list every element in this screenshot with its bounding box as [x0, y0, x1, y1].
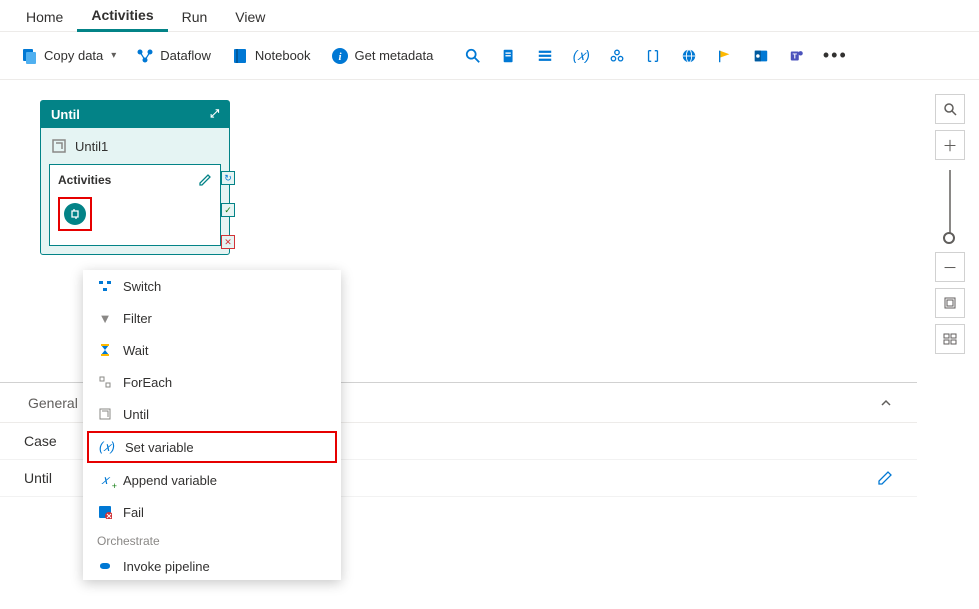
pencil-icon[interactable]	[198, 173, 212, 187]
menu-foreach[interactable]: ForEach	[83, 366, 341, 398]
variable-icon: (𝑥)	[573, 47, 590, 64]
lookup-icon-button[interactable]	[457, 43, 489, 69]
copy-data-button[interactable]: Copy data ▾	[12, 43, 124, 69]
activity-circle-icon	[64, 203, 86, 225]
fit-icon	[943, 296, 957, 310]
search-icon	[943, 102, 957, 116]
tab-view[interactable]: View	[221, 3, 279, 31]
add-activity-highlight[interactable]	[58, 197, 92, 231]
tab-run[interactable]: Run	[168, 3, 222, 31]
search-icon	[465, 47, 481, 65]
append-variable-icon: 𝑥+	[97, 472, 113, 488]
fit-to-screen-button[interactable]	[935, 288, 965, 318]
minimap-button[interactable]	[935, 324, 965, 354]
menu-invoke-pipeline[interactable]: Invoke pipeline	[83, 550, 341, 580]
dataflow-button[interactable]: Dataflow	[128, 43, 219, 69]
menu-filter-label: Filter	[123, 311, 152, 326]
filter-icon: ▼	[97, 310, 113, 326]
globe-icon	[681, 47, 697, 65]
collapse-panel-button[interactable]	[871, 396, 901, 410]
menu-foreach-label: ForEach	[123, 375, 172, 390]
more-icon: •••	[819, 45, 848, 66]
info-icon: i	[331, 47, 349, 65]
get-metadata-label: Get metadata	[355, 48, 434, 63]
fail-icon	[97, 504, 113, 520]
menu-filter[interactable]: ▼ Filter	[83, 302, 341, 334]
web-icon-button[interactable]	[673, 43, 705, 69]
teams-icon-button[interactable]: T	[781, 43, 813, 69]
menu-until-label: Until	[123, 407, 149, 422]
menu-append-variable[interactable]: 𝑥+ Append variable	[83, 464, 341, 496]
svg-text:T: T	[793, 52, 798, 60]
delete-icon-button[interactable]	[637, 43, 669, 69]
minimap-icon	[943, 332, 957, 346]
menu-switch-label: Switch	[123, 279, 161, 294]
flag-icon	[717, 47, 733, 65]
until-icon	[97, 406, 113, 422]
zoom-slider-knob[interactable]	[943, 232, 955, 244]
prop-row-case-label: Case	[24, 433, 74, 449]
canvas-search-button[interactable]	[935, 94, 965, 124]
notebook-icon	[231, 47, 249, 65]
outlook-icon	[753, 47, 769, 65]
until-activity-card[interactable]: Until ⤢ Until1 Activities ↻	[40, 100, 230, 255]
edit-expression-icon[interactable]	[877, 470, 893, 486]
webhook-icon	[609, 47, 625, 65]
zoom-in-button[interactable]: ＋	[935, 130, 965, 160]
menu-fail[interactable]: Fail	[83, 496, 341, 528]
loop-icon	[51, 138, 67, 154]
outlook-icon-button[interactable]	[745, 43, 777, 69]
dataflow-label: Dataflow	[160, 48, 211, 63]
set-variable-icon: (𝑥)	[99, 439, 115, 455]
until-activity-name: Until1	[75, 139, 108, 154]
copy-data-icon	[20, 47, 38, 65]
azure-icon-button[interactable]	[709, 43, 741, 69]
copy-data-label: Copy data	[44, 48, 103, 63]
list-icon	[537, 47, 553, 65]
zoom-out-button[interactable]: －	[935, 252, 965, 282]
variable-icon-button[interactable]: (𝑥)	[565, 43, 597, 68]
on-skip-connector[interactable]: ↻	[221, 171, 235, 185]
activities-inner-panel[interactable]: Activities ↻ ✓ ✕	[49, 164, 221, 246]
stored-proc-icon-button[interactable]	[529, 43, 561, 69]
menu-wait[interactable]: Wait	[83, 334, 341, 366]
tab-activities[interactable]: Activities	[77, 1, 167, 32]
menu-append-variable-label: Append variable	[123, 473, 217, 488]
webhook-icon-button[interactable]	[601, 43, 633, 69]
prop-tab-general[interactable]: General	[16, 385, 90, 421]
until-card-title: Until	[51, 107, 80, 122]
zoom-slider[interactable]	[949, 170, 951, 242]
activities-section-label: Activities	[58, 173, 111, 187]
chevron-down-icon: ▾	[111, 50, 116, 61]
menu-invoke-pipeline-label: Invoke pipeline	[123, 559, 210, 574]
menu-switch[interactable]: Switch	[83, 270, 341, 302]
on-fail-connector[interactable]: ✕	[221, 235, 235, 249]
hourglass-icon	[97, 342, 113, 358]
menu-set-variable[interactable]: (𝑥) Set variable	[87, 431, 337, 463]
teams-icon: T	[789, 47, 805, 65]
expand-icon[interactable]: ⤢	[210, 108, 219, 121]
foreach-icon	[97, 374, 113, 390]
tab-home[interactable]: Home	[12, 3, 77, 31]
activity-context-menu: Switch ▼ Filter Wait ForEach Until (𝑥) S…	[83, 270, 341, 580]
more-button[interactable]: •••	[817, 41, 849, 70]
pipeline-icon	[97, 558, 113, 574]
script-icon	[501, 47, 517, 65]
on-success-connector[interactable]: ✓	[221, 203, 235, 217]
menu-set-variable-label: Set variable	[125, 440, 194, 455]
menu-wait-label: Wait	[123, 343, 149, 358]
switch-icon	[97, 278, 113, 294]
menu-section-orchestrate: Orchestrate	[83, 528, 341, 550]
script-icon-button[interactable]	[493, 43, 525, 69]
menu-until[interactable]: Until	[83, 398, 341, 430]
get-metadata-button[interactable]: i Get metadata	[323, 43, 442, 69]
menu-fail-label: Fail	[123, 505, 144, 520]
bracket-icon	[645, 47, 661, 65]
notebook-label: Notebook	[255, 48, 311, 63]
notebook-button[interactable]: Notebook	[223, 43, 319, 69]
dataflow-icon	[136, 47, 154, 65]
prop-row-until-label: Until	[24, 470, 74, 486]
